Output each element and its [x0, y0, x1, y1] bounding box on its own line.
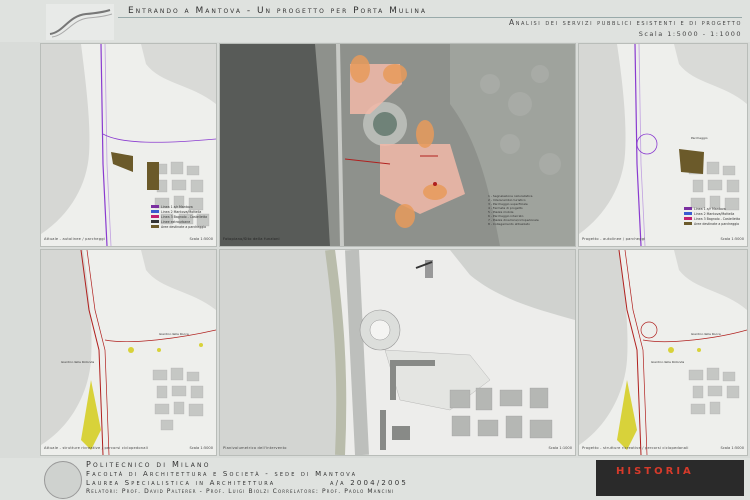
site-plan: [220, 250, 575, 455]
legend-swatch: [151, 220, 159, 223]
panel-scale: Scala 1:5000: [189, 446, 213, 450]
header-rule: [118, 17, 742, 18]
panel-scale: Scala 1:5000: [720, 446, 744, 450]
map-label: Giardini della Rotonda: [651, 360, 685, 364]
legend-swatch: [151, 205, 159, 208]
legend-swatch: [684, 222, 692, 225]
panel-bottom-center: Planivolumetrico dell'intervento Scala 1…: [219, 249, 576, 456]
footer-brand-logo: HISTORIA: [596, 460, 744, 496]
page-title: Entrando a Mantova - Un progetto per Por…: [128, 6, 428, 16]
map-bottom-left: [41, 250, 216, 455]
footer-supervisors: Relatori: Prof. David Palterer - Prof. L…: [86, 488, 395, 495]
legend-label: Linea 1 a/r Mantova: [694, 206, 726, 211]
river-logo-icon: [49, 9, 113, 38]
footer-university: Politecnico di Milano: [86, 460, 211, 469]
legend-top-center: 1 - Segnalazione naturalistica 2 - Inter…: [488, 194, 539, 226]
panel-caption: Attuale - strutture ricreative / percors…: [44, 446, 149, 450]
legend-label: Linea 2 Mantova/Mottella: [161, 209, 202, 214]
legend-swatch: [684, 217, 692, 220]
footer-faculty: Facoltà di Architettura e Società - sede…: [86, 470, 358, 478]
legend-swatch: [151, 215, 159, 218]
panel-top-right: Parcheggio Linea 1 a/r Mantova Linea 2 M…: [578, 43, 748, 247]
panel-caption: Fotopiano/Sito della funzioni: [223, 237, 280, 241]
legend-top-right: Linea 1 a/r Mantova Linea 2 Mantova/Mott…: [684, 206, 740, 226]
panel-caption: Planivolumetrico dell'intervento: [223, 446, 287, 450]
panel-caption: Attuale - autolinee / parcheggi: [44, 237, 105, 241]
legend-label: Linea 2 Mantova/Mottella: [694, 211, 735, 216]
legend-swatch: [151, 225, 159, 228]
map-label: Giardini della Rocca: [159, 332, 189, 336]
legend-label: 8 - Collegamento attrezzato: [488, 222, 530, 226]
panel-scale: Scala 1:5000: [720, 237, 744, 241]
legend-swatch: [151, 210, 159, 213]
map-label: Giardini della Rocca: [691, 332, 721, 336]
panel-bottom-left: Giardini della Rocca Giardini della Roto…: [40, 249, 217, 456]
footer-year: a/a 2004/2005: [330, 479, 409, 487]
legend-swatch: [684, 212, 692, 215]
footer-degree: Laurea Specialistica in Architettura: [86, 479, 276, 487]
legend-item: Aree destinate a parcheggio: [151, 224, 207, 229]
legend-item: Aree destinate a parcheggio: [684, 221, 740, 226]
header-logo: [46, 4, 114, 40]
panel-top-left: Linea 1 a/r Mantova Linea 2 Mantova/Mott…: [40, 43, 217, 247]
legend-label: Linea 1 a/r Mantova: [161, 204, 193, 209]
panel-scale: Scala 1:5000: [189, 237, 213, 241]
legend-label: Linee extraurbane: [161, 219, 191, 224]
legend-label: Aree destinate a parcheggio: [161, 224, 207, 229]
panel-scale: Scala 1:1000: [548, 446, 572, 450]
legend-label: Aree destinate a parcheggio: [694, 221, 740, 226]
map-label: Giardini della Rotonda: [61, 360, 95, 364]
panel-caption: Progetto - strutture ricreative / percor…: [582, 446, 689, 450]
panel-top-center: 1 - Segnalazione naturalistica 2 - Inter…: [219, 43, 576, 247]
university-seal-icon: [44, 461, 82, 499]
page-scale: Scala 1:5000 - 1:1000: [638, 30, 742, 38]
map-label: Parcheggio: [691, 136, 708, 140]
brand-logo-text: HISTORIA: [616, 466, 694, 477]
legend-label: Linea 3 Bagnolo - Castelletta: [694, 216, 741, 221]
legend-top-left: Linea 1 a/r Mantova Linea 2 Mantova/Mott…: [151, 204, 207, 229]
panel-caption: Progetto - autolinee / parcheggi: [582, 237, 646, 241]
page-subtitle: Analisi dei servizi pubblici esistenti e…: [508, 18, 742, 27]
legend-label: Linea 3 Bagnolo - Castelletta: [161, 214, 208, 219]
map-bottom-right: [579, 250, 747, 455]
panel-bottom-right: Giardini della Rocca Giardini della Roto…: [578, 249, 748, 456]
legend-swatch: [684, 207, 692, 210]
